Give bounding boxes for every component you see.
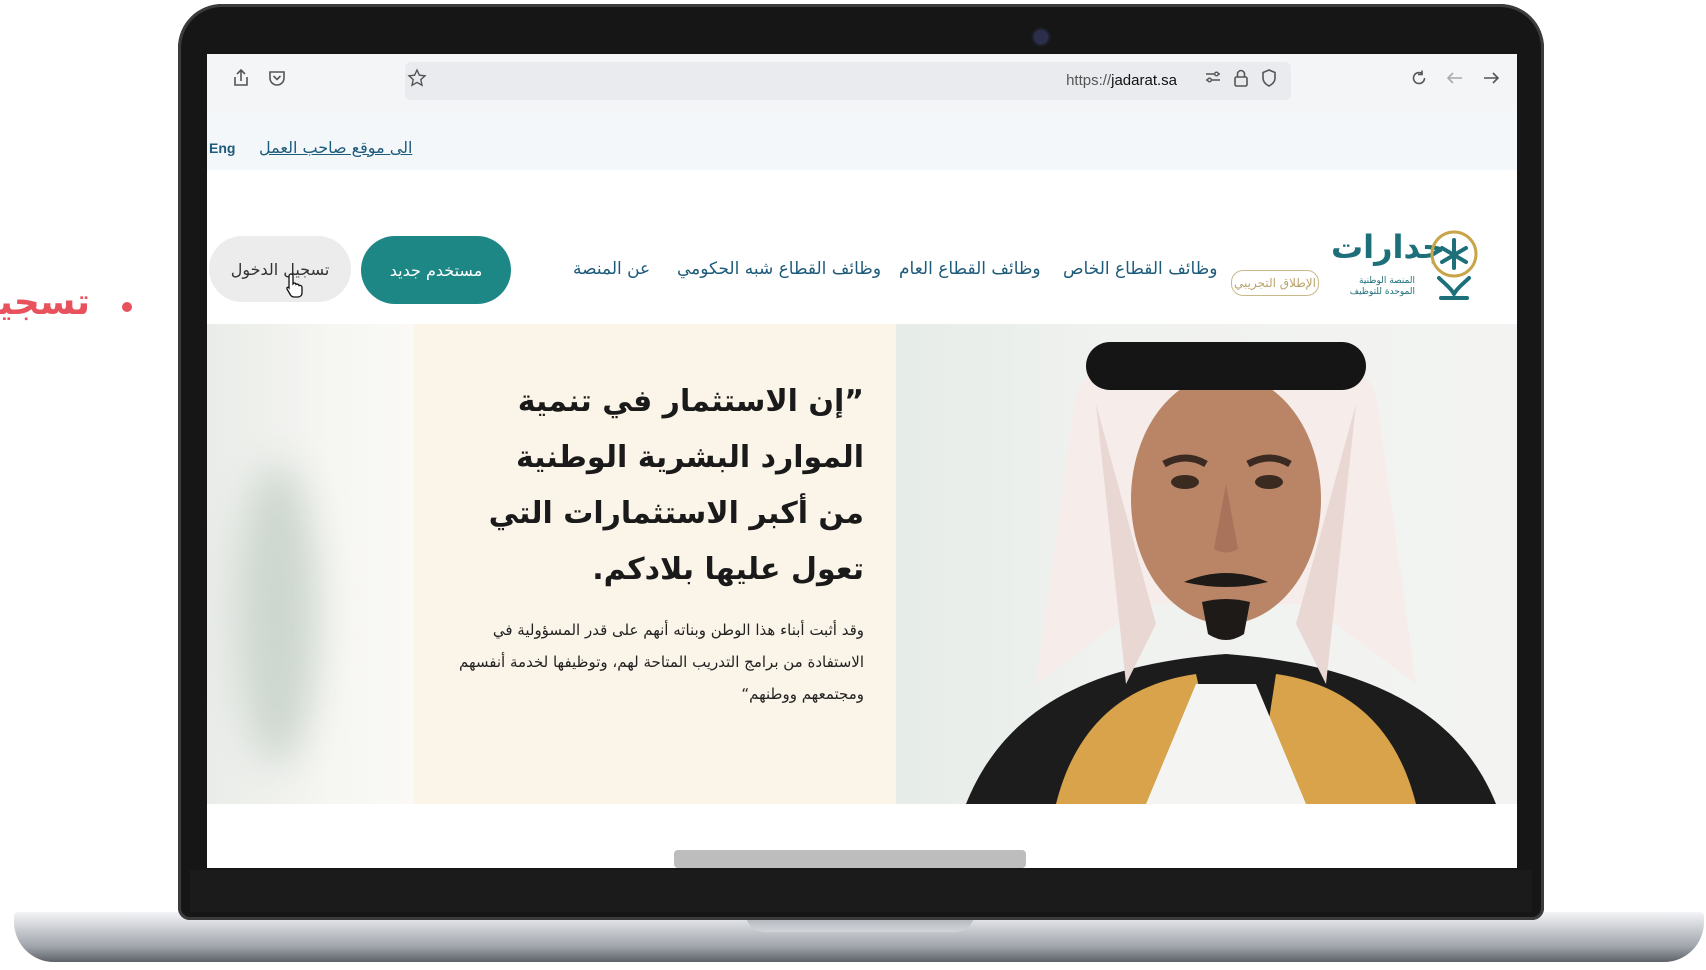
- beta-badge: الإطلاق التجريبي: [1231, 270, 1319, 296]
- webcam-icon: [1034, 30, 1048, 44]
- portrait-illustration: [966, 342, 1496, 804]
- lock-icon[interactable]: [1229, 68, 1253, 92]
- browser-toolbar: https://jadarat.sa: [207, 54, 1517, 111]
- side-bullet-heading: تسجيل: [0, 282, 150, 332]
- laptop-screen: https://jadarat.sa Eng الى موقع صاحب الع…: [207, 54, 1517, 868]
- forward-icon[interactable]: [1479, 68, 1503, 92]
- nav-private-sector-jobs[interactable]: وظائف القطاع الخاص: [1063, 259, 1217, 279]
- quote-panel: ”إن الاستثمار في تنمية الموارد البشرية ا…: [414, 324, 896, 804]
- logo-emblem-icon: [1430, 230, 1478, 300]
- url-bar[interactable]: https://jadarat.sa: [405, 62, 1291, 100]
- url-host: jadarat.sa: [1111, 72, 1177, 89]
- share-icon[interactable]: [229, 68, 253, 92]
- bezel-bottom: [190, 870, 1532, 912]
- shield-icon[interactable]: [1257, 68, 1281, 92]
- horizontal-scrollbar[interactable]: [674, 850, 1026, 868]
- employer-site-link[interactable]: الى موقع صاحب العمل: [259, 138, 412, 157]
- hero-left-backdrop: [207, 324, 414, 804]
- bullet-dot: [122, 302, 132, 312]
- url-prefix: https://: [1066, 72, 1112, 89]
- nav-public-sector-jobs[interactable]: وظائف القطاع العام: [899, 259, 1041, 279]
- hero-banner: ”إن الاستثمار في تنمية الموارد البشرية ا…: [207, 324, 1517, 804]
- url-text[interactable]: https://jadarat.sa: [1066, 72, 1177, 89]
- language-toggle-eng[interactable]: Eng: [209, 140, 235, 156]
- jadarat-logo[interactable]: الإطلاق التجريبي جدارات المنصة الوطنية ا…: [1219, 220, 1509, 312]
- tune-icon[interactable]: [1201, 68, 1225, 92]
- back-icon[interactable]: [1443, 68, 1467, 92]
- login-button[interactable]: تسجيل الدخول: [209, 236, 351, 302]
- quote-body: وقد أثبت أبناء هذا الوطن وبناته أنهم على…: [459, 621, 864, 703]
- logo-subtitle: المنصة الوطنية الموحدة للتوظيف: [1349, 276, 1415, 297]
- side-bullet-text: تسجيل: [0, 282, 90, 323]
- new-user-button[interactable]: مستخدم جديد: [361, 236, 511, 304]
- quote-title: ”إن الاستثمار في تنمية الموارد البشرية ا…: [488, 384, 864, 587]
- bookmark-star-icon[interactable]: [405, 68, 429, 92]
- reload-icon[interactable]: [1407, 68, 1431, 92]
- hand-cursor-icon: [286, 273, 303, 298]
- nav-semi-government-jobs[interactable]: وظائف القطاع شبه الحكومي: [677, 259, 881, 279]
- portrait-image: [896, 324, 1517, 804]
- nav-about-platform[interactable]: عن المنصة: [573, 259, 650, 279]
- pocket-icon[interactable]: [265, 68, 289, 92]
